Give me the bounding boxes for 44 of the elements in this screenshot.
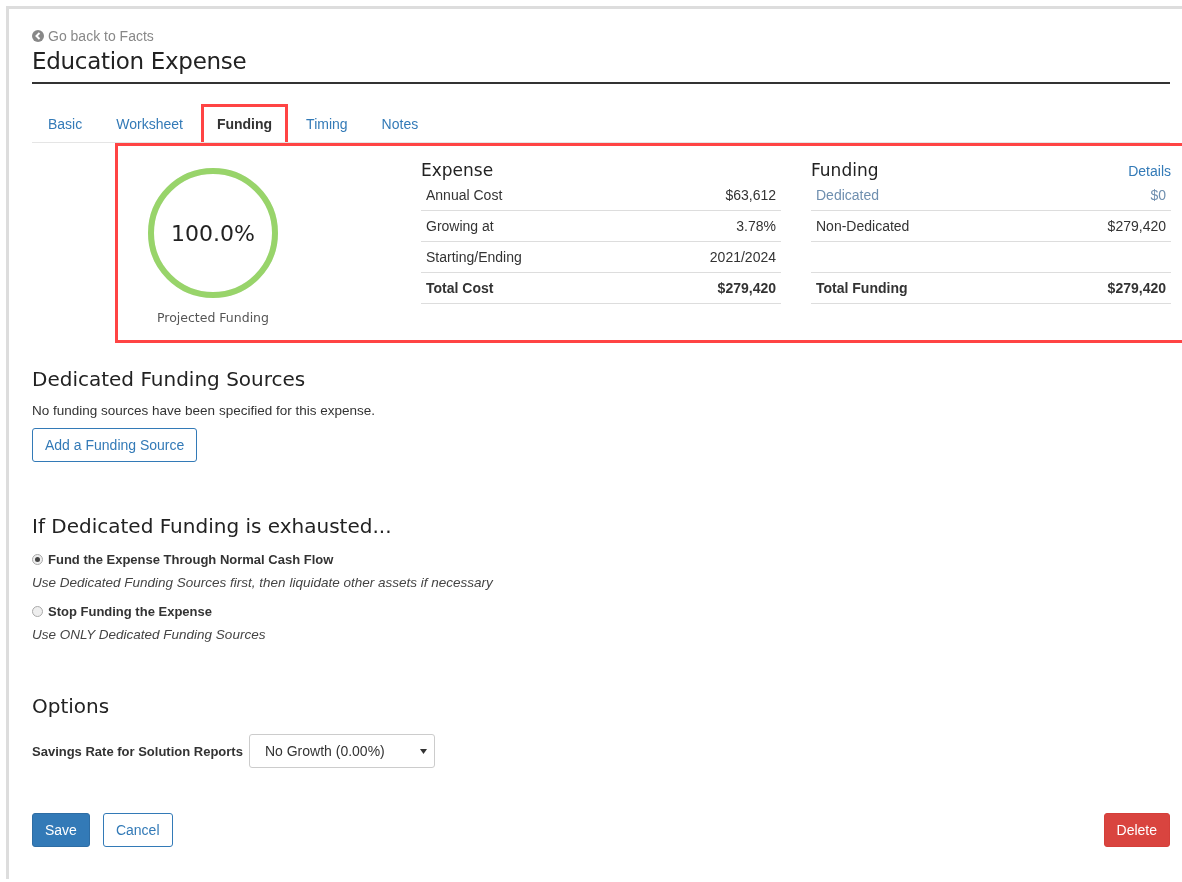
- tab[interactable]: Notes: [365, 104, 435, 142]
- row-label: Non-Dedicated: [816, 218, 910, 234]
- tab[interactable]: Basic: [32, 104, 99, 142]
- row-value: $0: [1150, 187, 1166, 203]
- option-hint: Use ONLY Dedicated Funding Sources: [32, 627, 267, 642]
- ring-label: Projected Funding: [157, 310, 269, 325]
- cancel-button[interactable]: Cancel: [102, 813, 173, 847]
- radio-button[interactable]: [32, 554, 43, 565]
- section-title: Expense: [421, 160, 494, 180]
- save-button[interactable]: Save: [32, 813, 90, 847]
- option-hint: Use Dedicated Funding Sources first, then liquidate other assets if necessary: [32, 575, 494, 590]
- row-label: Starting/Ending: [426, 249, 522, 265]
- delete-button[interactable]: Delete: [1103, 813, 1170, 847]
- percent-value: 100.0%: [170, 220, 256, 246]
- row-label: Total Funding: [816, 280, 908, 296]
- rate-dropdown[interactable]: No Growth (0.00%): [248, 734, 435, 768]
- row-value: $279,420: [717, 280, 776, 296]
- section-heading: Options: [32, 694, 111, 718]
- row-label: Growing at: [426, 218, 494, 234]
- back-arrow-icon: [32, 30, 44, 42]
- radio-button[interactable]: [32, 606, 43, 617]
- option-label: Fund the Expense Through Normal Cash Flow: [48, 552, 334, 567]
- back-link[interactable]: Go back to Facts: [32, 28, 154, 44]
- row-label: Annual Cost: [426, 187, 503, 203]
- field-label: Savings Rate for Solution Reports: [32, 743, 243, 759]
- empty-message: No funding sources have been specified for this expense.: [32, 403, 376, 418]
- add-funding-source-button[interactable]: Add a Funding Source: [32, 428, 198, 462]
- section-heading: Dedicated Funding Sources: [32, 367, 307, 391]
- page-title: Education Expense: [32, 48, 248, 74]
- details-link[interactable]: Details: [1128, 163, 1171, 179]
- row-value: $279,420: [1107, 218, 1166, 234]
- tab[interactable]: Funding: [200, 104, 289, 142]
- row-value: 2021/2024: [709, 249, 776, 265]
- row-label: Total Cost: [426, 280, 494, 296]
- row-value: $279,420: [1107, 280, 1166, 296]
- row-value: $63,612: [725, 187, 776, 203]
- tab[interactable]: Timing: [290, 104, 364, 142]
- caret-icon: [419, 748, 427, 754]
- tab[interactable]: Worksheet: [100, 104, 199, 142]
- option-label: Stop Funding the Expense: [48, 604, 212, 619]
- section-title: Funding: [811, 160, 879, 180]
- row-label: Dedicated: [816, 187, 880, 203]
- row-value: 3.78%: [736, 218, 776, 234]
- section-heading: If Dedicated Funding is exhausted...: [32, 514, 393, 538]
